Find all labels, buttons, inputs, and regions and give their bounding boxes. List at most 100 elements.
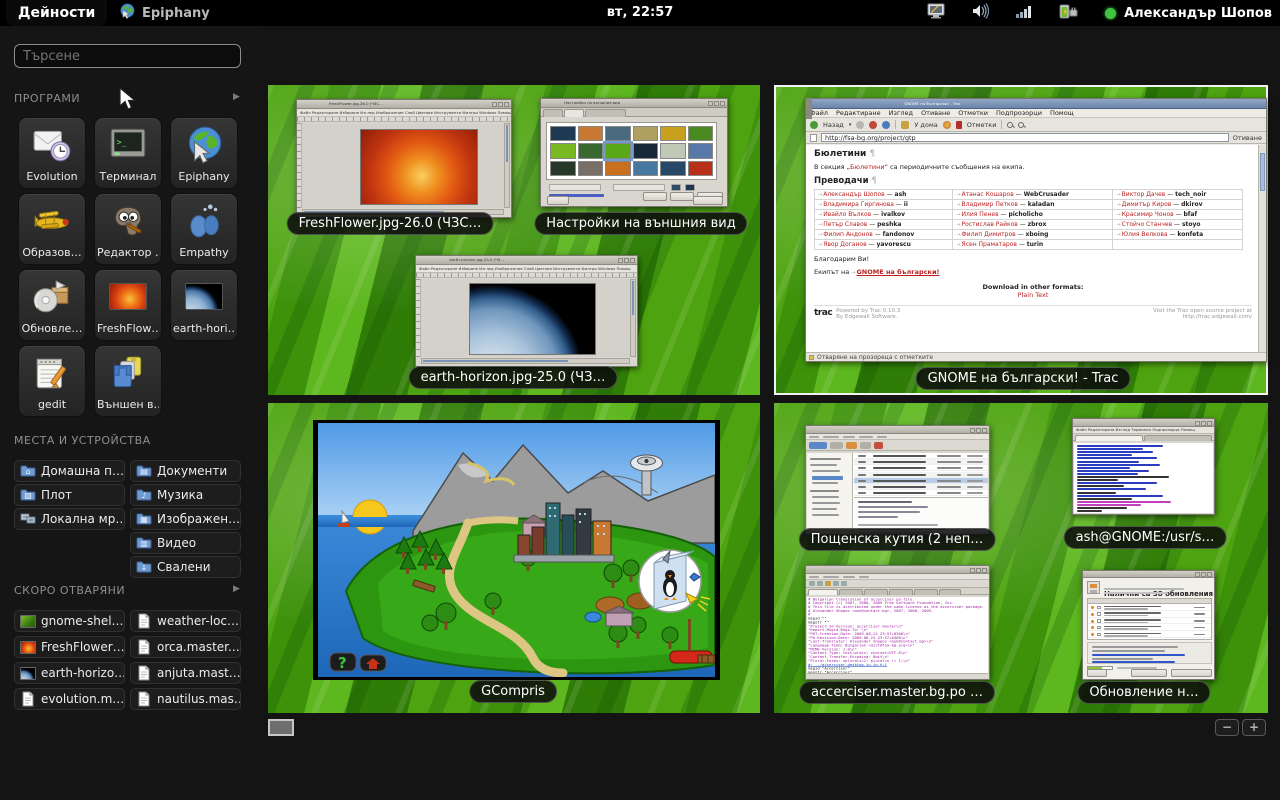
wallpaper-thumb[interactable] xyxy=(550,143,576,158)
place-documents[interactable]: ▤ Документи xyxy=(130,460,241,482)
app-tile-evolution[interactable]: Evolution xyxy=(18,117,86,189)
search-input[interactable] xyxy=(14,44,241,68)
workspace-4[interactable]: Файл Редактиране Изглед Терминал Подпроз… xyxy=(774,403,1268,713)
app-tile-gimp[interactable]: Редактор … xyxy=(94,193,162,265)
wallpaper-thumb[interactable] xyxy=(660,161,686,176)
wallpaper-thumb[interactable] xyxy=(550,126,576,141)
place-pictures[interactable]: ▦ Изображен… xyxy=(130,508,241,530)
recent-item[interactable]: anjuta.mast… xyxy=(130,662,241,684)
wallpaper-thumb[interactable] xyxy=(605,161,631,176)
place-music[interactable]: ♪ Музика xyxy=(130,484,241,506)
network-signal-icon[interactable] xyxy=(1016,4,1033,23)
gcompris-plane-icon xyxy=(31,200,73,242)
stop-icon[interactable] xyxy=(869,121,877,129)
workspace-add-button[interactable]: + xyxy=(1242,719,1266,736)
place-desktop[interactable]: ▧ Плот xyxy=(14,484,125,506)
recent-item[interactable]: earth-horizo… xyxy=(14,662,125,684)
app-tile-earthhorizon[interactable]: earth-hori… xyxy=(170,269,238,341)
window-freshflower-gimp[interactable]: FreshFlower.jpg-26.0 (ЧЗС… Файл Редактир… xyxy=(296,99,512,218)
window-gedit-po[interactable]: # Bulgarian translation of accerciser po… xyxy=(805,565,990,680)
workspace-2[interactable]: GNOME на български! - Trac ФайлРедактира… xyxy=(774,85,1268,395)
tab-background[interactable]: Фон xyxy=(564,109,584,117)
updates-settings-button[interactable] xyxy=(1131,669,1167,677)
recent-item[interactable]: orca.master.… xyxy=(130,636,241,658)
wallpaper-thumb[interactable] xyxy=(633,161,659,176)
recent-item[interactable]: FreshFlower… xyxy=(14,636,125,658)
display-icon[interactable] xyxy=(927,3,946,23)
window-appearance-prefs[interactable]: Настройки на външния вид Тема Фон Шрифто… xyxy=(540,98,728,207)
wallpaper-thumb[interactable] xyxy=(660,126,686,141)
wallpaper-thumb[interactable] xyxy=(688,161,714,176)
tab-fonts[interactable]: Шрифтове xyxy=(585,109,626,117)
reload-icon[interactable] xyxy=(882,121,890,129)
gnome-bg-link[interactable]: GNOME на български! xyxy=(856,268,939,276)
place-videos[interactable]: ▥ Видео xyxy=(130,532,241,554)
history-icon[interactable] xyxy=(943,121,951,129)
workspace-indicator[interactable] xyxy=(268,719,294,736)
updates-help-button[interactable] xyxy=(1087,669,1107,677)
volume-icon[interactable] xyxy=(972,3,990,23)
recent-header: СКОРО ОТВАРЯНИ xyxy=(14,584,125,597)
window-epiphany-trac[interactable]: GNOME на български! - Trac ФайлРедактира… xyxy=(805,98,1267,362)
wallpaper-thumb[interactable] xyxy=(605,143,631,158)
wallpaper-thumb[interactable] xyxy=(605,126,631,141)
updates-list xyxy=(1087,598,1212,640)
wallpaper-thumb[interactable] xyxy=(660,143,686,158)
window-evolution-mail[interactable] xyxy=(805,425,990,535)
clock[interactable]: вт, 22:57 xyxy=(607,0,674,26)
recent-item[interactable]: nautilus.mas… xyxy=(130,688,241,710)
app-tile-terminal[interactable]: >_ Терминал xyxy=(94,117,162,189)
place-label: Домашна п… xyxy=(41,464,124,478)
app-tile-appearance[interactable]: Външен в… xyxy=(94,345,162,417)
app-label: Epiphany xyxy=(173,170,235,183)
go-button[interactable]: Отиване xyxy=(1233,134,1262,142)
app-tile-gedit[interactable]: gedit xyxy=(18,345,86,417)
workspace-remove-button[interactable]: − xyxy=(1215,719,1239,736)
wallpaper-thumb[interactable] xyxy=(688,143,714,158)
workspace-3[interactable]: ? GCompris xyxy=(268,403,760,713)
recent-item[interactable]: weather-loc… xyxy=(130,610,241,632)
wallpaper-thumb[interactable] xyxy=(633,126,659,141)
recent-item[interactable]: evolution.m… xyxy=(14,688,125,710)
wallpaper-thumb[interactable] xyxy=(550,161,576,176)
app-tile-epiphany[interactable]: Epiphany xyxy=(170,117,238,189)
bookmark-icon[interactable] xyxy=(956,121,962,129)
battery-icon[interactable] xyxy=(1059,3,1079,24)
tab-theme[interactable]: Тема xyxy=(543,109,563,117)
app-tile-gcompris[interactable]: Образов… xyxy=(18,193,86,265)
place-downloads[interactable]: ↓ Свалени xyxy=(130,556,241,578)
wallpaper-grid xyxy=(546,122,717,180)
wallpaper-thumb[interactable] xyxy=(578,143,604,158)
activities-button[interactable]: Дейности xyxy=(6,0,107,26)
app-menu[interactable]: Epiphany xyxy=(118,0,210,26)
wallpaper-thumb[interactable] xyxy=(688,126,714,141)
app-tile-empathy[interactable]: Empathy xyxy=(170,193,238,265)
place-home[interactable]: ⌂ Домашна п… xyxy=(14,460,125,482)
window-gcompris[interactable]: ? xyxy=(313,420,720,680)
recent-expander-icon[interactable]: ▶ xyxy=(233,584,240,594)
wallpaper-thumb[interactable] xyxy=(633,143,659,158)
window-earthhorizon-gimp[interactable]: earth-horizon.jpg-25.0 (ЧЗ… Файл Редакти… xyxy=(415,255,638,367)
wallpaper-thumb[interactable] xyxy=(578,126,604,141)
home-icon[interactable] xyxy=(901,121,909,129)
plain-text-link[interactable]: Plain Text xyxy=(1018,291,1049,299)
bulletins-link[interactable]: Бюлетини xyxy=(850,163,885,171)
place-local-network[interactable]: ▢ Локална мр… xyxy=(14,508,125,530)
wallpaper-thumb[interactable] xyxy=(578,161,604,176)
window-update-manager[interactable]: Налични са 38 обновления xyxy=(1082,570,1215,680)
recent-item[interactable]: gnome-shel… xyxy=(14,610,125,632)
back-icon[interactable] xyxy=(810,121,818,129)
zoom-out-icon[interactable] xyxy=(1018,122,1024,128)
window-terminal[interactable]: Файл Редактиране Изглед Терминал Подпроз… xyxy=(1072,418,1215,515)
forward-icon[interactable] xyxy=(856,121,864,129)
app-tile-freshflower[interactable]: FreshFlow… xyxy=(94,269,162,341)
user-menu[interactable]: Александър Шопов xyxy=(1105,6,1272,21)
install-updates-button[interactable] xyxy=(1171,669,1212,677)
translator-cell: →Юлия Велкова — konfeta xyxy=(1113,230,1243,240)
zoom-in-icon[interactable] xyxy=(1007,122,1013,128)
scrollbar[interactable] xyxy=(1258,145,1266,352)
programs-expander-icon[interactable]: ▶ xyxy=(233,92,240,102)
app-tile-updates[interactable]: Обновле… xyxy=(18,269,86,341)
url-bar[interactable]: http://fsa-bg.org/project/gtp xyxy=(821,133,1229,142)
workspace-1[interactable]: FreshFlower.jpg-26.0 (ЧЗС… Файл Редактир… xyxy=(268,85,760,395)
